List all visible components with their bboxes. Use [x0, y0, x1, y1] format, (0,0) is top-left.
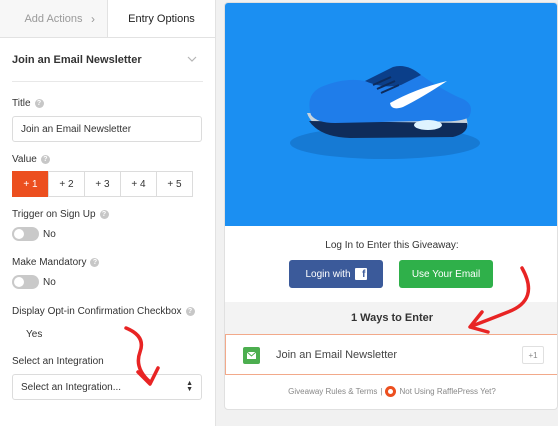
value-option-2[interactable]: + 2 — [48, 171, 85, 197]
value-option-4[interactable]: + 4 — [120, 171, 157, 197]
facebook-icon: f — [354, 268, 367, 280]
chevron-down-icon — [187, 54, 197, 65]
use-email-button[interactable]: Use Your Email — [399, 260, 493, 288]
tab-add-actions-label: Add Actions — [24, 12, 83, 25]
title-label: Title — [12, 98, 31, 109]
help-icon[interactable]: ? — [99, 210, 109, 219]
integration-label: Select an Integration — [12, 356, 104, 367]
value-option-5[interactable]: + 5 — [156, 171, 193, 197]
envelope-icon — [243, 347, 260, 364]
value-label: Value — [12, 154, 37, 165]
trigger-signup-row: No — [12, 227, 56, 241]
select-arrows-icon: ▲ ▼ — [186, 380, 193, 393]
footer-separator: | — [380, 387, 383, 396]
optin-label-row: Display Opt-in Confirmation Checkbox ? — [12, 306, 195, 317]
title-input[interactable] — [12, 116, 202, 142]
section-header[interactable]: Join an Email Newsletter — [12, 38, 203, 82]
use-email-label: Use Your Email — [411, 268, 481, 280]
integration-select[interactable]: Select an Integration... ▲ ▼ — [12, 374, 202, 400]
login-prompt: Log In to Enter this Giveaway: — [325, 240, 459, 251]
facebook-login-button[interactable]: Login with f — [289, 260, 383, 288]
trigger-signup-label-row: Trigger on Sign Up ? — [12, 209, 109, 220]
entry-points-badge: +1 — [522, 346, 544, 364]
mandatory-label: Make Mandatory — [12, 257, 87, 268]
sneaker-image — [290, 66, 480, 159]
optin-checkbox[interactable] — [12, 329, 22, 340]
help-icon[interactable]: ? — [34, 99, 44, 108]
value-label-row: Value ? — [12, 154, 50, 165]
facebook-login-label: Login with — [305, 268, 351, 280]
value-option-3[interactable]: + 3 — [84, 171, 121, 197]
trigger-signup-toggle[interactable] — [12, 227, 39, 241]
help-icon[interactable]: ? — [90, 258, 100, 267]
integration-select-value: Select an Integration... — [21, 381, 122, 393]
optin-row: Yes — [12, 329, 42, 340]
title-label-row: Title ? — [12, 98, 44, 109]
section-title: Join an Email Newsletter — [12, 53, 142, 66]
tab-add-actions[interactable]: Add Actions › — [0, 0, 108, 37]
tab-entry-options[interactable]: Entry Options — [108, 0, 215, 37]
preview-footer: Giveaway Rules & Terms | Not Using Raffl… — [225, 386, 557, 397]
tab-entry-options-label: Entry Options — [128, 12, 195, 25]
panel-tabs: Add Actions › Entry Options — [0, 0, 215, 38]
mandatory-state: No — [43, 276, 56, 288]
help-icon[interactable]: ? — [185, 307, 195, 316]
giveaway-preview: Log In to Enter this Giveaway: Login wit… — [224, 2, 558, 410]
mandatory-toggle[interactable] — [12, 275, 39, 289]
trigger-signup-state: No — [43, 228, 56, 240]
rules-terms-link[interactable]: Giveaway Rules & Terms — [288, 387, 377, 396]
help-icon[interactable]: ? — [40, 155, 50, 164]
value-option-1[interactable]: + 1 — [12, 171, 49, 197]
optin-label: Display Opt-in Confirmation Checkbox — [12, 306, 182, 317]
ways-to-enter-heading: 1 Ways to Enter — [225, 302, 557, 334]
optin-option-label: Yes — [26, 329, 43, 340]
entry-options-panel: Add Actions › Entry Options Join an Emai… — [0, 0, 216, 426]
value-selector: + 1 + 2 + 3 + 4 + 5 — [12, 171, 193, 197]
entry-method-label: Join an Email Newsletter — [276, 349, 398, 361]
integration-label-row: Select an Integration — [12, 356, 104, 367]
entry-method-row[interactable]: Join an Email Newsletter +1 — [225, 334, 557, 375]
hero-banner — [225, 3, 557, 226]
rafflepress-cta-link[interactable]: Not Using RafflePress Yet? — [399, 387, 495, 396]
rafflepress-logo-icon — [385, 386, 397, 397]
trigger-signup-label: Trigger on Sign Up — [12, 209, 96, 220]
mandatory-label-row: Make Mandatory ? — [12, 257, 100, 268]
mandatory-row: No — [12, 275, 56, 289]
chevron-right-icon: › — [91, 12, 95, 26]
